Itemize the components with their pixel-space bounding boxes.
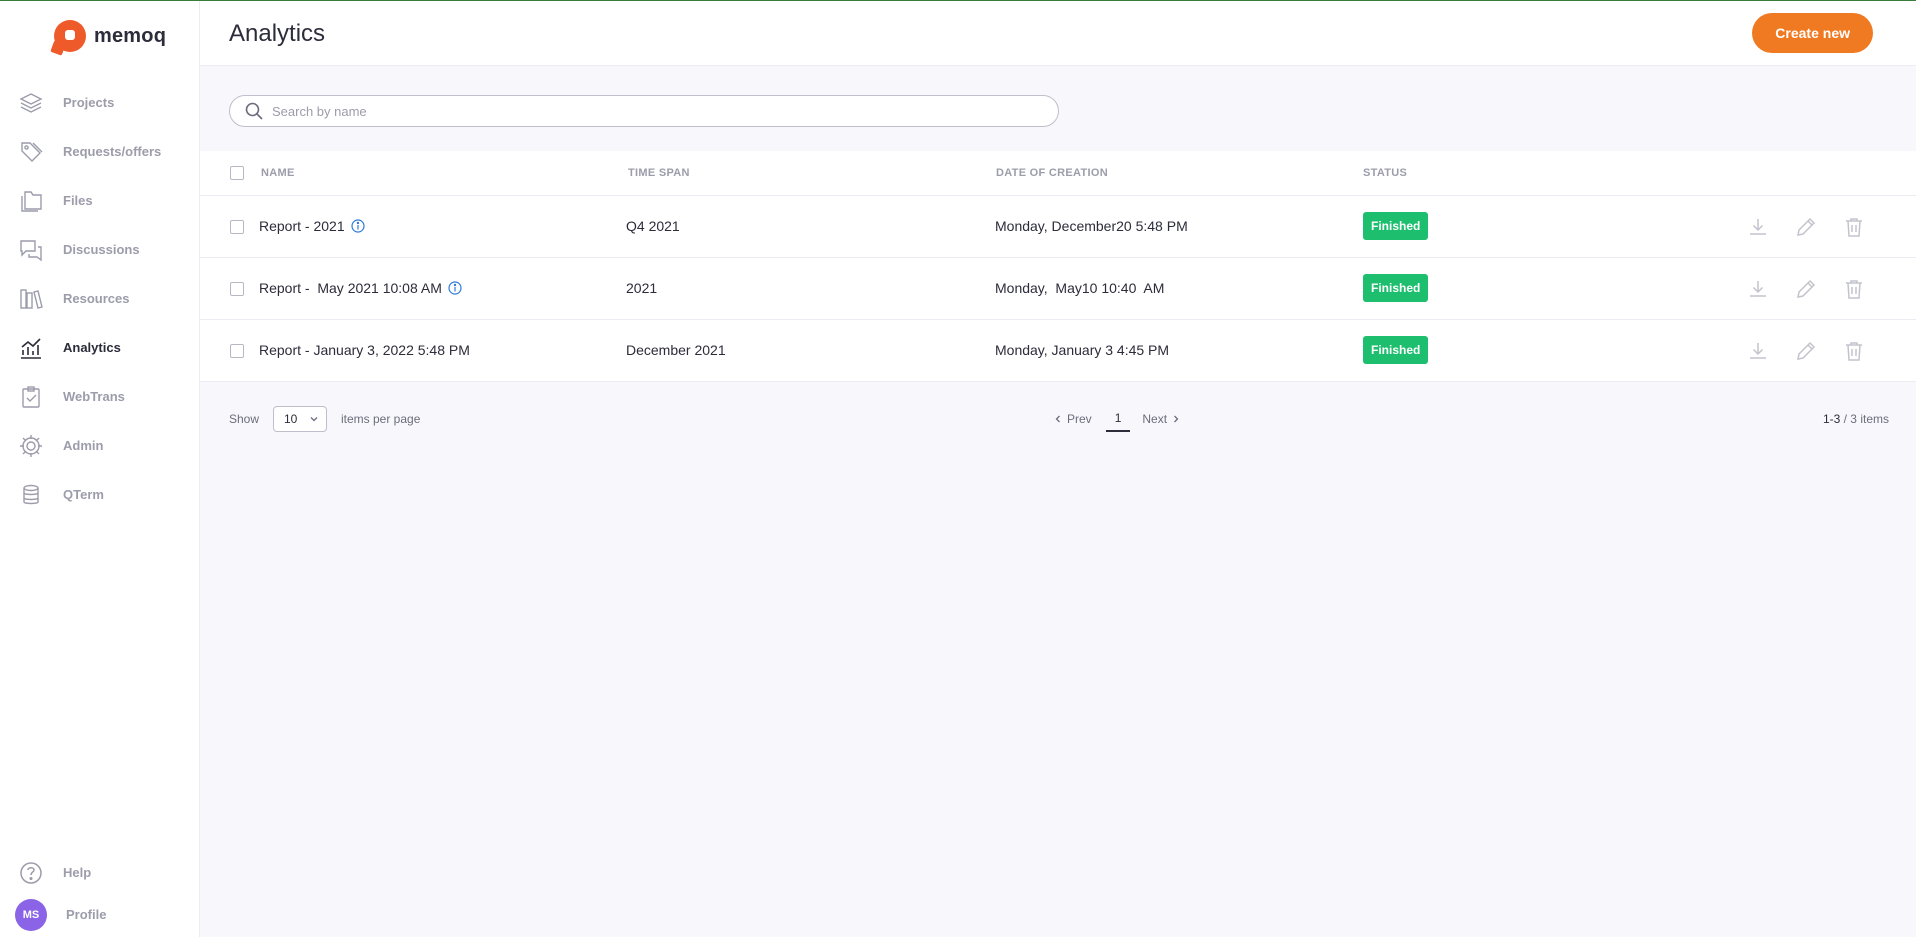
database-icon	[18, 482, 44, 508]
report-name[interactable]: Report - January 3, 2022 5:48 PM	[259, 342, 470, 358]
row-checkbox[interactable]	[230, 220, 244, 234]
page-number-current[interactable]: 1	[1105, 406, 1131, 432]
pagination: Prev 1 Next	[1053, 406, 1181, 432]
download-icon[interactable]	[1746, 277, 1770, 301]
prev-page-button[interactable]: Prev	[1053, 412, 1092, 426]
items-per-page-select[interactable]: 10	[273, 406, 327, 432]
tags-icon	[18, 139, 44, 165]
edit-icon[interactable]	[1794, 339, 1818, 363]
edit-icon[interactable]	[1794, 215, 1818, 239]
sidebar-item-label: Files	[63, 193, 93, 208]
row-checkbox[interactable]	[230, 344, 244, 358]
chat-icon	[18, 237, 44, 263]
sidebar-item-resources[interactable]: Resources	[0, 274, 199, 323]
delete-icon[interactable]	[1842, 339, 1866, 363]
column-header-date-of-creation: DATE OF CREATION	[996, 167, 1108, 179]
clipboard-check-icon	[18, 384, 44, 410]
column-header-time-span: TIME SPAN	[628, 167, 690, 179]
download-icon[interactable]	[1746, 215, 1770, 239]
download-icon[interactable]	[1746, 339, 1770, 363]
column-header-status: STATUS	[1363, 167, 1408, 179]
chart-icon	[18, 335, 44, 361]
memoq-logo-icon	[54, 20, 86, 52]
page-title: Analytics	[229, 20, 326, 47]
column-header-name: NAME	[261, 167, 295, 179]
chevron-right-icon	[1174, 415, 1179, 423]
memoq-logo[interactable]: memoq	[54, 20, 166, 52]
sidebar-item-profile[interactable]: MS Profile	[0, 890, 199, 937]
help-label: Help	[63, 865, 92, 880]
report-name[interactable]: Report - May 2021 10:08 AM	[259, 280, 462, 296]
select-all-checkbox[interactable]	[230, 166, 244, 180]
time-span: Q4 2021	[626, 218, 680, 234]
date-of-creation: Monday, May10 10:40 AM	[995, 280, 1165, 296]
status-badge: Finished	[1363, 212, 1429, 240]
sidebar-item-discussions[interactable]: Discussions	[0, 225, 199, 274]
sidebar-item-label: Admin	[63, 438, 104, 453]
sidebar-item-label: Requests/offers	[63, 144, 162, 159]
delete-icon[interactable]	[1842, 277, 1866, 301]
items-count: 1-3 / 3 items	[1822, 412, 1889, 426]
info-icon[interactable]	[448, 281, 462, 295]
delete-icon[interactable]	[1842, 215, 1866, 239]
table-row[interactable]: Report - 2021 Q4 2021 Monday, December20…	[200, 196, 1916, 258]
search-input[interactable]	[272, 103, 1032, 119]
next-page-button[interactable]: Next	[1142, 412, 1181, 426]
date-of-creation: Monday, January 3 4:45 PM	[995, 342, 1170, 358]
sidebar-item-webtrans[interactable]: WebTrans	[0, 372, 199, 421]
row-checkbox[interactable]	[230, 282, 244, 296]
gear-icon	[18, 433, 44, 459]
items-per-page-value: 10	[284, 412, 298, 426]
files-icon	[18, 188, 44, 214]
table-header: NAME TIME SPAN DATE OF CREATION STATUS	[200, 151, 1916, 196]
time-span: December 2021	[626, 342, 726, 358]
sidebar: memoq Projects Requests/offers Files Dis…	[0, 0, 200, 937]
top-accent-line	[0, 0, 1916, 1]
items-per-page-label: items per page	[341, 412, 421, 426]
search-icon	[245, 102, 263, 120]
search-box	[229, 95, 1059, 127]
chevron-down-icon	[310, 417, 318, 422]
sidebar-item-admin[interactable]: Admin	[0, 421, 199, 470]
reports-table: NAME TIME SPAN DATE OF CREATION STATUS R…	[200, 151, 1916, 382]
create-new-button[interactable]: Create new	[1752, 13, 1873, 53]
sidebar-item-label: WebTrans	[63, 389, 125, 404]
sidebar-item-qterm[interactable]: QTerm	[0, 470, 199, 519]
profile-label: Profile	[66, 907, 107, 922]
sidebar-item-label: QTerm	[63, 487, 104, 502]
logo-text: memoq	[94, 24, 167, 47]
page-header: Analytics Create new	[200, 0, 1916, 66]
books-icon	[18, 286, 44, 312]
time-span: 2021	[626, 280, 658, 296]
sidebar-item-label: Discussions	[63, 242, 140, 257]
avatar: MS	[15, 898, 47, 931]
sidebar-item-files[interactable]: Files	[0, 176, 199, 225]
date-of-creation: Monday, December20 5:48 PM	[995, 218, 1188, 234]
sidebar-item-label: Projects	[63, 95, 115, 110]
sidebar-nav: Projects Requests/offers Files Discussio…	[0, 78, 199, 519]
sidebar-item-projects[interactable]: Projects	[0, 78, 199, 127]
report-name[interactable]: Report - 2021	[259, 218, 365, 234]
table-row[interactable]: Report - January 3, 2022 5:48 PM Decembe…	[200, 320, 1916, 382]
status-badge: Finished	[1363, 336, 1429, 364]
edit-icon[interactable]	[1794, 277, 1818, 301]
info-icon[interactable]	[351, 219, 365, 233]
table-footer: Show 10 items per page Prev 1 Next 1-3 /…	[200, 402, 1916, 436]
sidebar-item-analytics[interactable]: Analytics	[0, 323, 199, 372]
sidebar-item-label: Resources	[63, 291, 130, 306]
help-icon	[18, 860, 44, 886]
table-row[interactable]: Report - May 2021 10:08 AM 2021 Monday, …	[200, 258, 1916, 320]
sidebar-item-label: Analytics	[63, 340, 121, 355]
chevron-left-icon	[1055, 415, 1060, 423]
show-label: Show	[229, 412, 260, 426]
sidebar-item-requests[interactable]: Requests/offers	[0, 127, 199, 176]
status-badge: Finished	[1363, 274, 1429, 302]
layers-icon	[18, 90, 44, 116]
